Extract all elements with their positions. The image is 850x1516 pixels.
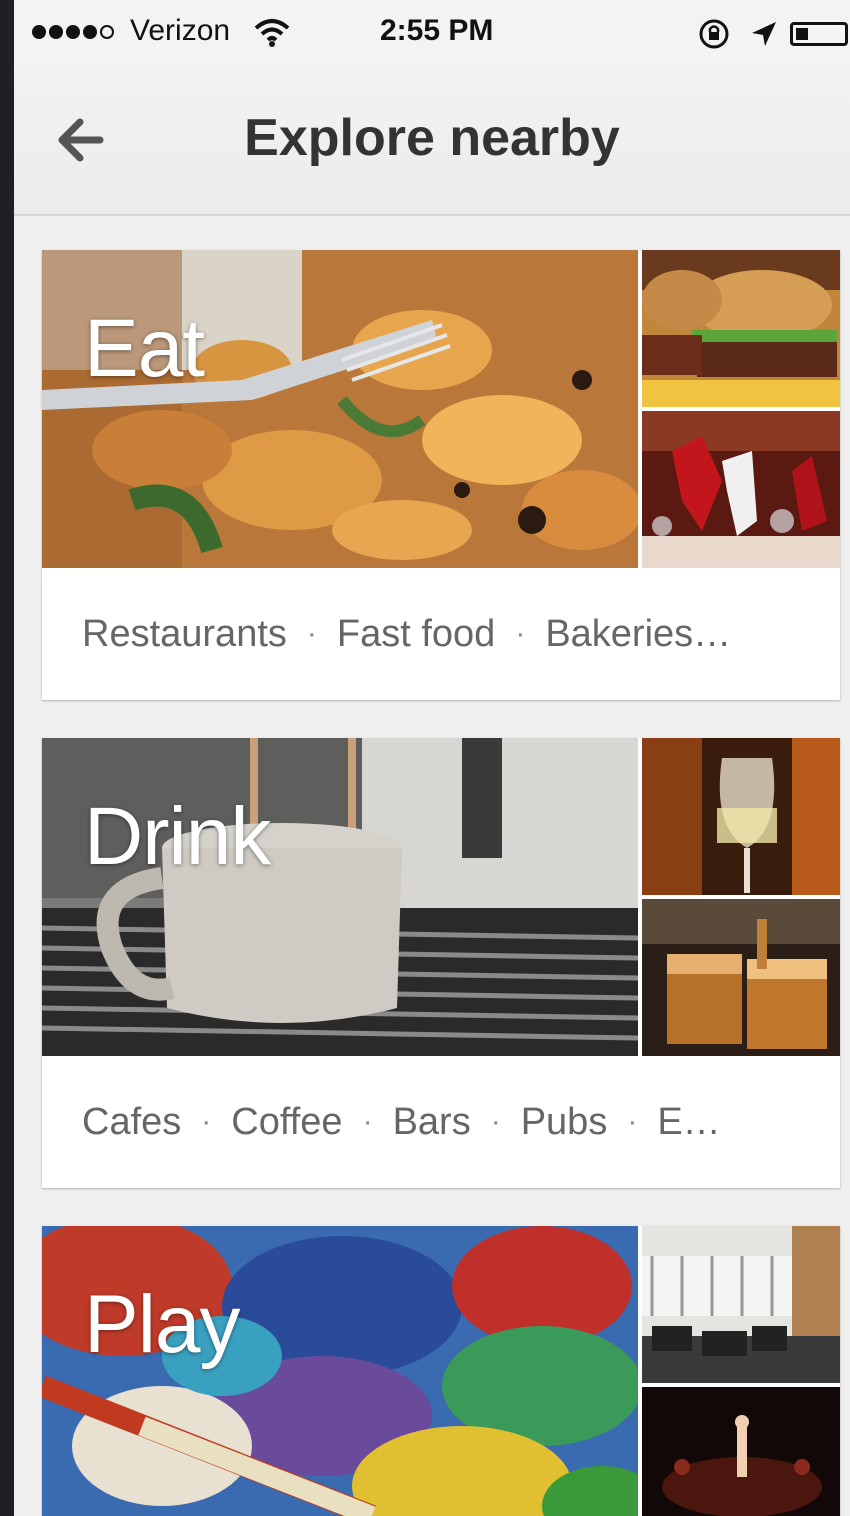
signal-dot: [100, 25, 114, 39]
pasta-photo[interactable]: Eat: [42, 250, 638, 568]
battery-level: [796, 28, 808, 40]
app-bar: Explore nearby: [14, 68, 850, 216]
wine-glass-photo[interactable]: [642, 738, 840, 895]
category-links: Restaurants · Fast food · Bakeries…: [82, 568, 822, 700]
link-bakeries[interactable]: Bakeries…: [545, 613, 731, 656]
link-bars[interactable]: Bars: [393, 1101, 471, 1144]
link-restaurants[interactable]: Restaurants: [82, 613, 287, 656]
signal-dot: [49, 25, 63, 39]
burger-photo[interactable]: [642, 250, 840, 407]
gym-treadmills-photo[interactable]: [642, 1226, 840, 1383]
carrier-name: Verizon: [130, 14, 231, 47]
location-arrow-icon: [750, 20, 778, 48]
link-pubs[interactable]: Pubs: [521, 1101, 608, 1144]
link-more[interactable]: E…: [657, 1101, 720, 1144]
category-links: Cafes · Coffee · Bars · Pubs · E…: [82, 1056, 822, 1188]
link-coffee[interactable]: Coffee: [231, 1101, 342, 1144]
separator: ·: [627, 1105, 638, 1138]
link-fast-food[interactable]: Fast food: [337, 613, 495, 656]
separator: ·: [201, 1105, 212, 1138]
category-heading: Eat: [84, 303, 205, 394]
status-bar: Verizon 2:55 PM: [14, 0, 850, 68]
battery-icon: [790, 22, 848, 46]
link-cafes[interactable]: Cafes: [82, 1101, 181, 1144]
restaurant-table-photo[interactable]: [642, 411, 840, 568]
category-card-play[interactable]: Play: [42, 1226, 840, 1516]
wifi-icon: [254, 18, 290, 48]
separator: ·: [515, 617, 526, 650]
separator: ·: [306, 617, 317, 650]
signal-dot: [66, 25, 80, 39]
category-card-drink[interactable]: Drink Cafes · Coffee · Bars · Pubs · E…: [42, 738, 840, 1188]
paint-palette-photo[interactable]: Play: [42, 1226, 638, 1516]
signal-dot: [83, 25, 97, 39]
separator: ·: [362, 1105, 373, 1138]
espresso-shots-photo[interactable]: [642, 899, 840, 1056]
rotation-lock-icon: [698, 18, 730, 50]
signal-dot: [32, 25, 46, 39]
signal-strength: [32, 25, 114, 39]
category-heading: Drink: [84, 791, 271, 882]
category-card-eat[interactable]: Eat Restaurants · Fast food · Bakeries…: [42, 250, 840, 700]
performance-stage-photo[interactable]: [642, 1387, 840, 1516]
phone-screen: Verizon 2:55 PM Explore nearby Eat Resta…: [14, 0, 850, 1516]
espresso-cup-photo[interactable]: Drink: [42, 738, 638, 1056]
category-heading: Play: [84, 1279, 241, 1370]
separator: ·: [490, 1105, 501, 1138]
page-title: Explore nearby: [244, 109, 620, 167]
clock: 2:55 PM: [380, 14, 494, 47]
